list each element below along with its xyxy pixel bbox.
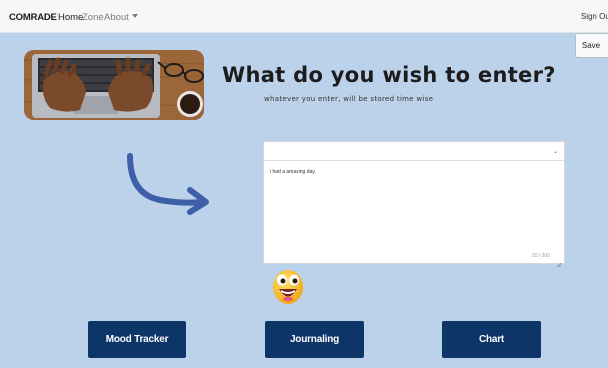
laptop-typing-image: [24, 50, 204, 120]
grinning-face-icon[interactable]: [271, 268, 305, 306]
entry-type-select[interactable]: ⌄: [264, 142, 564, 161]
navbar: COMRADE Home Zone About Sign Out: [0, 0, 608, 33]
page-subtitle: whatever you enter, will be stored time …: [264, 95, 434, 103]
resize-handle-icon[interactable]: [556, 255, 562, 268]
nav-home[interactable]: Home: [58, 12, 83, 23]
mood-tracker-button[interactable]: Mood Tracker: [88, 321, 186, 358]
nav-about[interactable]: About: [104, 12, 138, 23]
character-counter: 20 / 200: [531, 253, 550, 259]
signout-link[interactable]: Sign Out: [581, 12, 608, 21]
entry-textarea[interactable]: i had a amazing day.: [270, 169, 316, 175]
chevron-down-icon: [131, 14, 138, 18]
nav-about-label: About: [104, 12, 129, 23]
curved-arrow-icon: [120, 150, 220, 220]
chevron-down-icon: ⌄: [552, 149, 558, 155]
nav-zone[interactable]: Zone: [82, 12, 104, 23]
journaling-button[interactable]: Journaling: [265, 321, 364, 358]
save-button[interactable]: Save: [575, 33, 608, 58]
page-title: What do you wish to enter?: [222, 63, 556, 87]
journal-entry-card: ⌄ i had a amazing day. 20 / 200: [263, 141, 565, 268]
brand-logo[interactable]: COMRADE: [9, 12, 57, 23]
chart-button[interactable]: Chart: [442, 321, 541, 358]
